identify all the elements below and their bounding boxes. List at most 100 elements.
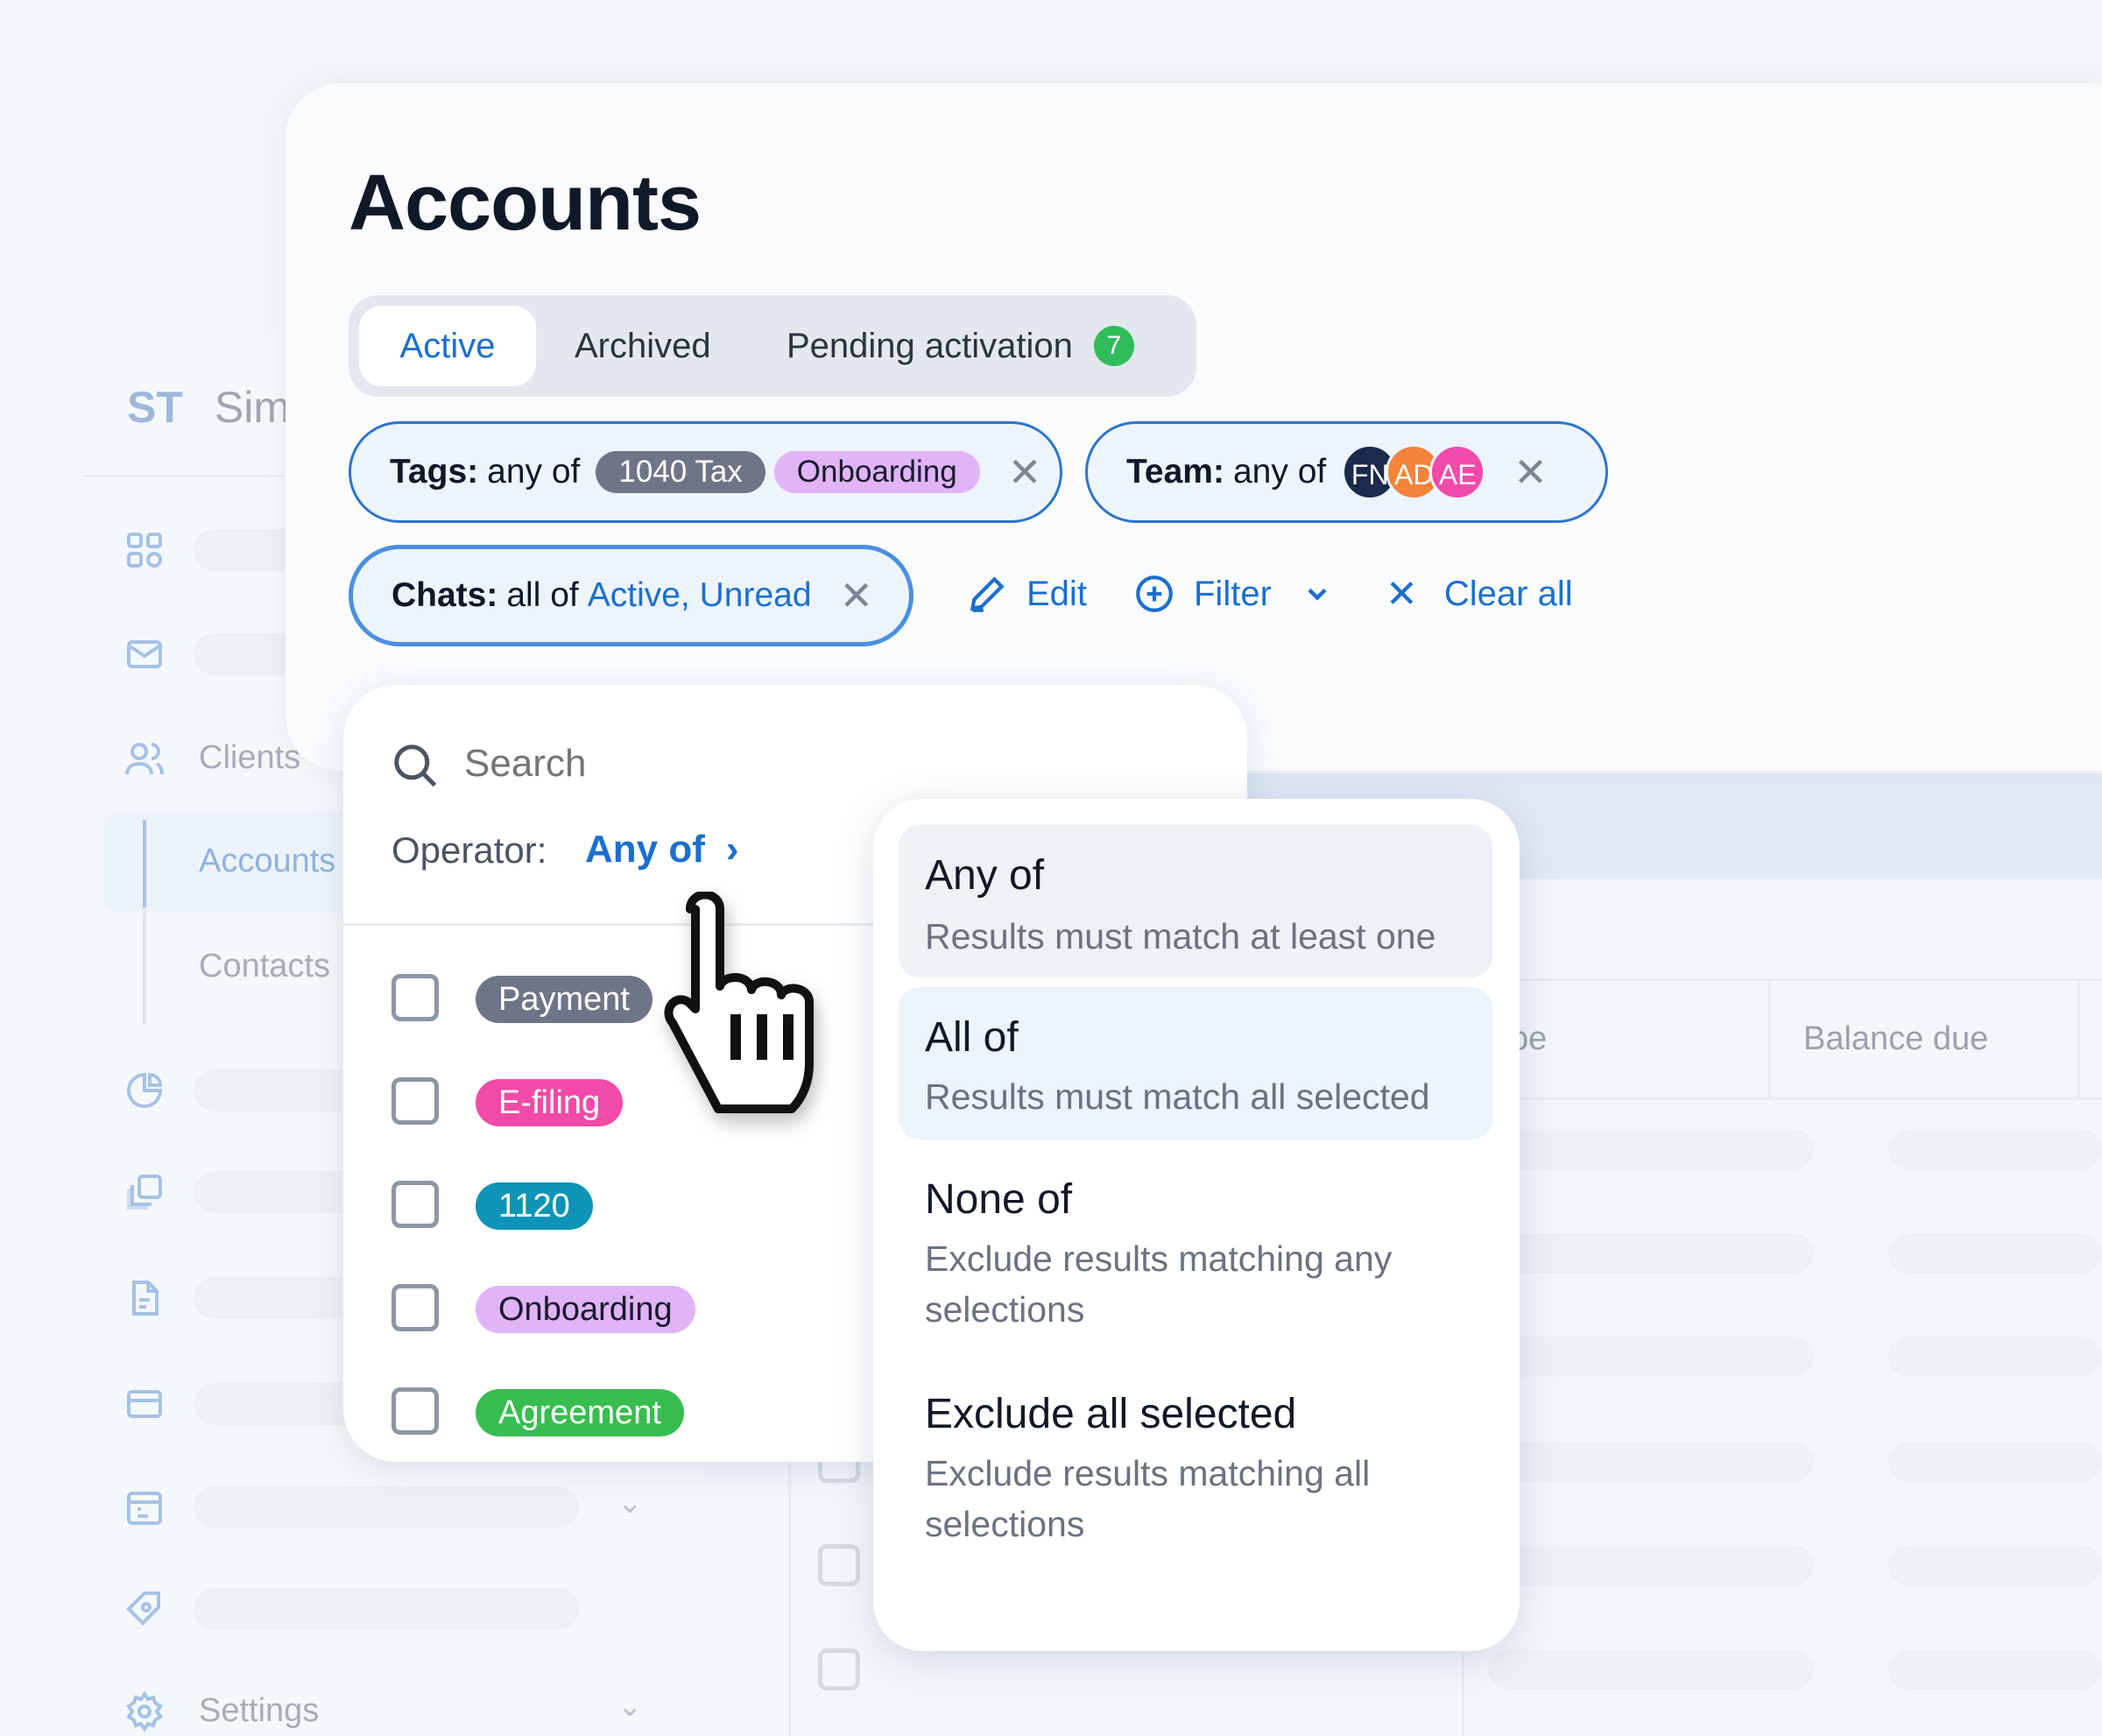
- operator-select[interactable]: Any of ›: [585, 828, 739, 872]
- tag-option[interactable]: 1120: [476, 1182, 593, 1230]
- brand-initials: ST: [127, 383, 183, 432]
- remove-filter-icon[interactable]: ✕: [1513, 448, 1548, 496]
- skeleton-cell: [1888, 1129, 2102, 1169]
- remove-filter-icon[interactable]: ✕: [840, 572, 874, 619]
- close-icon: ✕: [1386, 573, 1418, 616]
- operator-menu: Any of Results must match at least one A…: [873, 799, 1520, 1651]
- row-checkbox[interactable]: [818, 1544, 860, 1586]
- option-title: Any of: [925, 852, 1045, 899]
- skeleton-cell: [1888, 1545, 2102, 1585]
- divider: [2077, 978, 2080, 1097]
- column-header-balance-due[interactable]: Balance due: [1803, 1020, 1988, 1058]
- filter-operator[interactable]: any of: [487, 453, 580, 491]
- hand-pointer-cursor-icon: [664, 892, 814, 1113]
- dashboard-icon[interactable]: [123, 529, 166, 571]
- edit-button[interactable]: Edit: [965, 572, 1087, 616]
- operator-value: Any of: [585, 828, 705, 871]
- chevron-down-icon: [1308, 588, 1327, 601]
- filter-operator[interactable]: all of: [506, 576, 578, 615]
- divider: [788, 1462, 791, 1736]
- tag-option[interactable]: Onboarding: [476, 1286, 695, 1333]
- option-checkbox[interactable]: [391, 1387, 439, 1435]
- sidebar-item-contacts[interactable]: Contacts: [199, 948, 330, 985]
- option-title: All of: [925, 1014, 1019, 1061]
- tag-option[interactable]: E-filing: [476, 1079, 624, 1126]
- edit-label: Edit: [1026, 574, 1087, 613]
- skeleton-cell: [1888, 1233, 2102, 1274]
- tag-onboarding: Onboarding: [773, 451, 980, 493]
- remove-filter-icon[interactable]: ✕: [1008, 448, 1042, 496]
- tab-label: Pending activation: [786, 327, 1073, 365]
- sidebar-item-settings[interactable]: Settings: [199, 1692, 319, 1730]
- skeleton-cell: [1488, 1545, 1814, 1585]
- accounts-card: Accounts Active Archived Pending activat…: [286, 83, 2102, 771]
- tag-option[interactable]: Payment: [476, 976, 652, 1023]
- search-icon: [394, 745, 437, 787]
- option-title: None of: [925, 1176, 1073, 1223]
- skeleton-cell: [1488, 1442, 1814, 1482]
- operator-option-any-of[interactable]: Any of Results must match at least one: [899, 825, 1492, 977]
- filter-chip-tags[interactable]: Tags: any of 1040 Tax Onboarding ✕: [349, 421, 1062, 523]
- document-icon[interactable]: [123, 1277, 166, 1319]
- operator-option-exclude-all-selected[interactable]: Exclude all selected Exclude results mat…: [899, 1364, 1492, 1565]
- chevron-down-icon[interactable]: ⌄: [617, 1485, 643, 1521]
- operator-option-all-of[interactable]: All of Results must match all selected: [899, 987, 1492, 1140]
- pie-chart-icon[interactable]: [123, 1069, 166, 1111]
- brand: ST Sim: [127, 382, 290, 433]
- subnav-active-indicator: [143, 820, 146, 907]
- skeleton-cell: [1488, 1649, 1814, 1690]
- sidebar-item-accounts[interactable]: Accounts: [199, 843, 335, 880]
- mail-icon[interactable]: [123, 633, 166, 675]
- tag-1040-tax: 1040 Tax: [596, 451, 765, 493]
- skeleton-cell: [1488, 1233, 1814, 1274]
- filter-values: Active, Unread: [587, 576, 812, 614]
- operator-option-none-of[interactable]: None of Exclude results matching any sel…: [899, 1149, 1492, 1351]
- brand-name: Sim: [214, 383, 291, 432]
- operator-label: Operator:: [391, 829, 547, 871]
- gear-icon: [126, 1690, 163, 1732]
- filter-chip-team[interactable]: Team: any of FN AD AE ✕: [1085, 421, 1608, 523]
- clear-all-label: Clear all: [1443, 575, 1573, 613]
- tag-option[interactable]: Agreement: [476, 1389, 684, 1436]
- skeleton-cell: [1888, 1442, 2102, 1482]
- option-checkbox[interactable]: [391, 1181, 439, 1228]
- copy-icon[interactable]: [123, 1171, 166, 1213]
- sidebar-item-placeholder[interactable]: [194, 1486, 579, 1528]
- filter-label: Tags:: [390, 453, 479, 490]
- filter-operator[interactable]: any of: [1233, 453, 1326, 491]
- calendar-icon[interactable]: [123, 1486, 166, 1528]
- chevron-right-icon: ›: [725, 828, 739, 871]
- tab-bar: Active Archived Pending activation 7: [349, 295, 1196, 397]
- option-description: Exclude results matching all selections: [925, 1453, 1371, 1544]
- users-icon: [125, 743, 164, 775]
- sidebar-item-clients[interactable]: Clients: [199, 739, 300, 777]
- filter-chip-chats[interactable]: Chats: all of Active, Unread ✕: [349, 545, 913, 646]
- option-checkbox[interactable]: [391, 974, 439, 1021]
- tab-archived[interactable]: Archived: [536, 306, 750, 386]
- filter-label: Chats:: [391, 576, 498, 614]
- search-input[interactable]: [464, 736, 1077, 792]
- sidebar-item-placeholder[interactable]: [194, 1588, 579, 1630]
- tab-active[interactable]: Active: [359, 306, 536, 386]
- option-checkbox[interactable]: [391, 1284, 439, 1331]
- filter-label: Filter: [1194, 574, 1272, 613]
- card-icon[interactable]: [123, 1383, 166, 1425]
- tag-icon[interactable]: [123, 1588, 166, 1630]
- option-checkbox[interactable]: [391, 1077, 439, 1125]
- tab-pending-activation[interactable]: Pending activation 7: [748, 306, 1173, 386]
- count-badge: 7: [1093, 326, 1134, 366]
- option-title: Exclude all selected: [925, 1391, 1297, 1437]
- skeleton-cell: [1888, 1649, 2102, 1690]
- option-description: Results must match all selected: [925, 1076, 1430, 1117]
- chevron-down-icon[interactable]: ⌄: [617, 1689, 643, 1724]
- row-checkbox[interactable]: [818, 1648, 860, 1690]
- skeleton-cell: [1488, 1337, 1814, 1377]
- clear-all-button[interactable]: ✕ Clear all: [1386, 572, 1573, 617]
- filter-button[interactable]: Filter: [1132, 572, 1333, 616]
- pencil-icon: [970, 576, 1005, 612]
- option-description: Results must match at least one: [925, 916, 1436, 956]
- option-description: Exclude results matching any selections: [925, 1238, 1393, 1330]
- page-title: Accounts: [349, 159, 702, 247]
- plus-circle-icon: [1136, 575, 1173, 612]
- skeleton-cell: [1888, 1337, 2102, 1377]
